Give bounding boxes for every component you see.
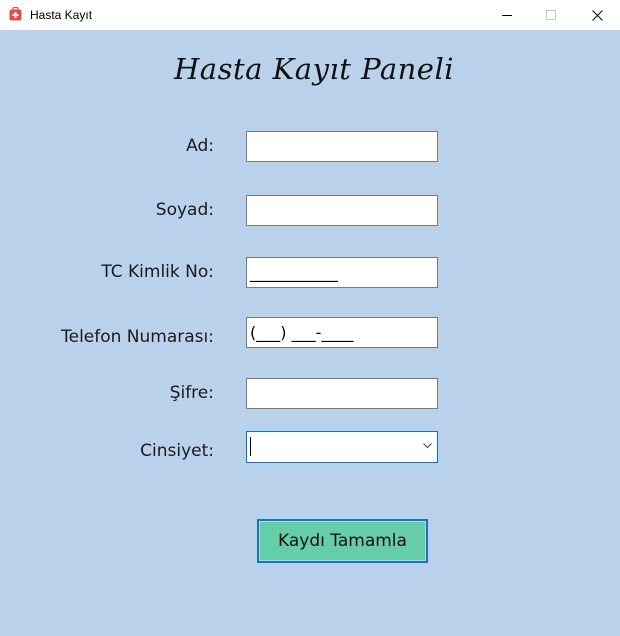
window-title: Hasta Kayıt: [30, 8, 93, 22]
sifre-label: Şifre:: [169, 383, 214, 403]
kaydi-tamamla-button[interactable]: Kaydı Tamamla: [257, 519, 428, 563]
text-caret: [250, 437, 251, 456]
sifre-input[interactable]: [246, 378, 438, 409]
ad-label: Ad:: [186, 136, 214, 156]
medical-kit-icon: [9, 7, 22, 21]
minimize-button[interactable]: [484, 0, 530, 30]
close-icon: [591, 9, 603, 21]
tc-label: TC Kimlik No:: [101, 262, 214, 282]
soyad-input[interactable]: [246, 195, 438, 226]
title-bar: Hasta Kayıt: [0, 0, 620, 30]
tc-mask-text: ___________: [250, 263, 338, 282]
cinsiyet-label: Cinsiyet:: [140, 441, 214, 461]
maximize-button[interactable]: [528, 0, 574, 30]
telefon-masked-input[interactable]: (___) ___-____: [246, 317, 438, 348]
soyad-label: Soyad:: [155, 200, 214, 220]
ad-input[interactable]: [246, 131, 438, 162]
telefon-mask-text: (___) ___-____: [250, 323, 354, 342]
close-button[interactable]: [574, 0, 620, 30]
minimize-icon: [502, 15, 512, 16]
form-title: Hasta Kayıt Paneli: [174, 52, 454, 86]
maximize-icon: [546, 10, 556, 20]
telefon-label: Telefon Numarası:: [61, 327, 214, 347]
tc-masked-input[interactable]: ___________: [246, 257, 438, 288]
cinsiyet-dropdown[interactable]: [246, 431, 438, 463]
chevron-down-icon: [423, 443, 432, 449]
